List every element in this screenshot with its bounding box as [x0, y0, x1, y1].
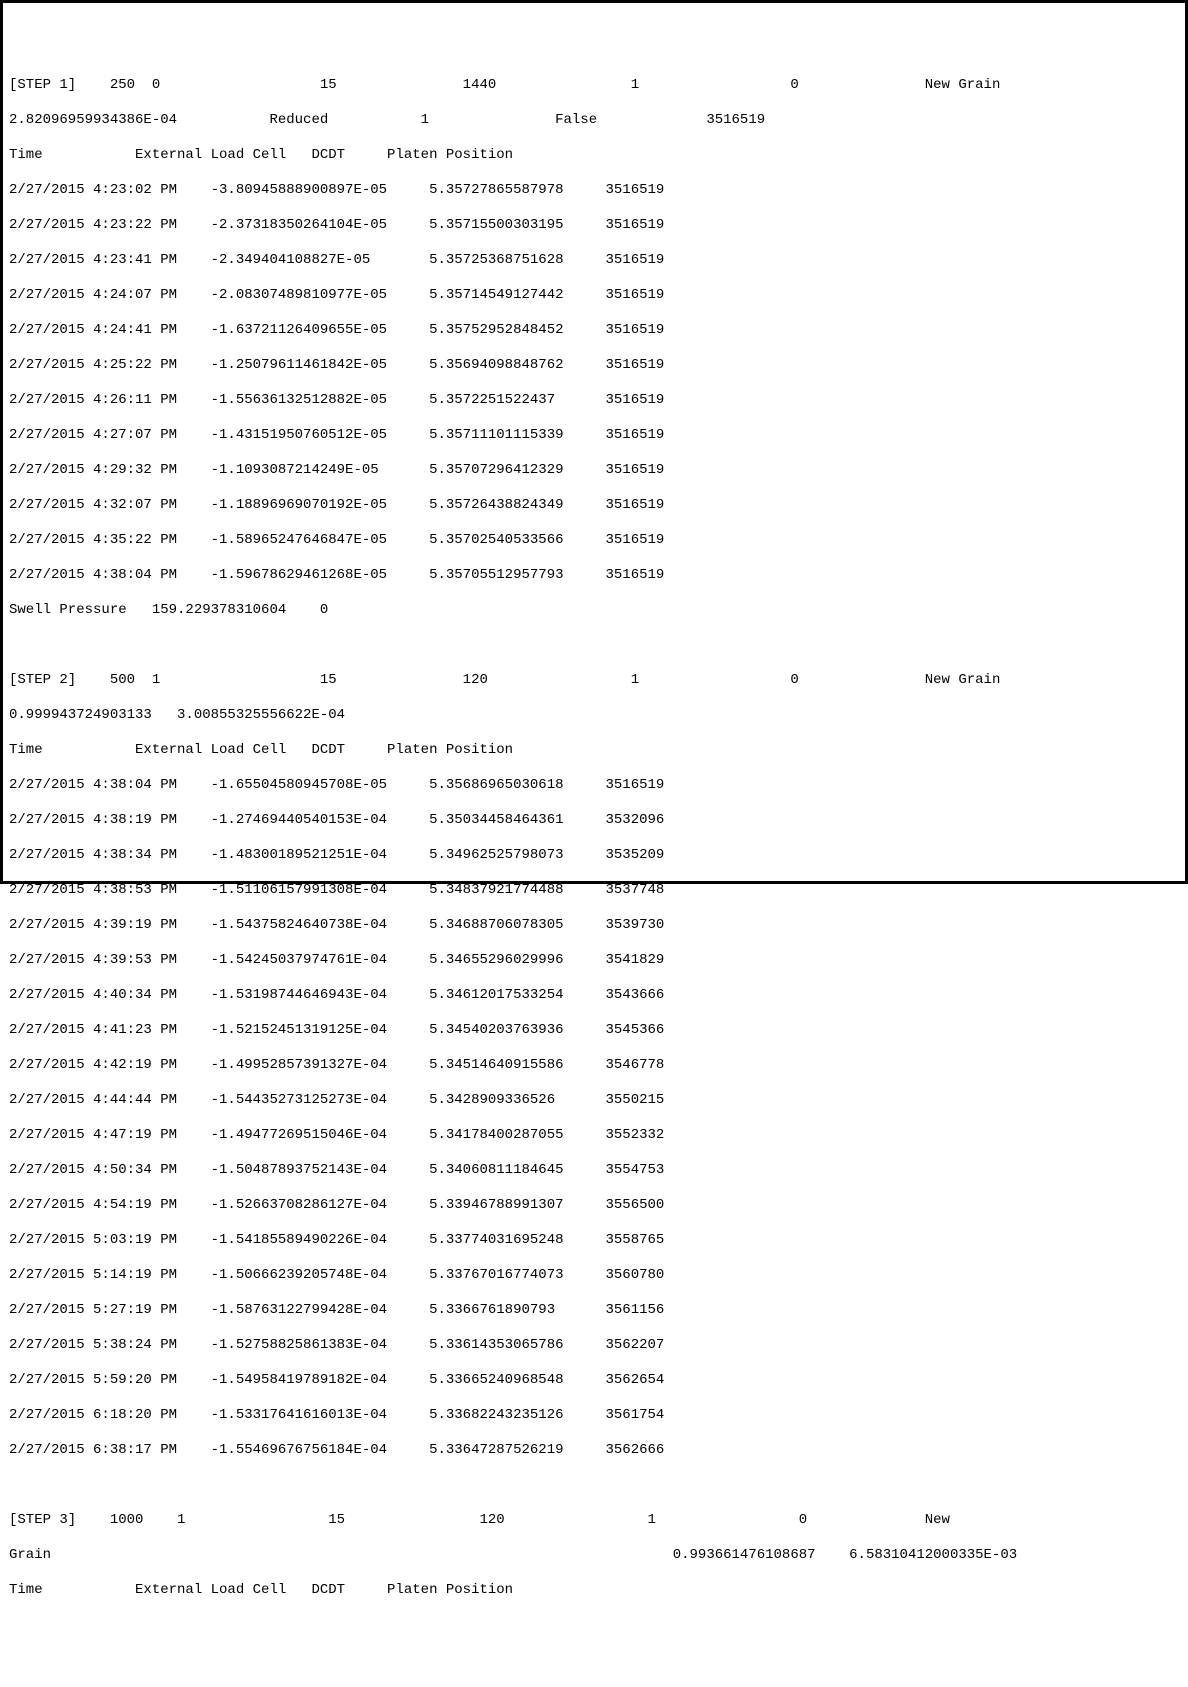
step2-row: 2/27/2015 4:38:53 PM -1.51106157991308E-… — [9, 882, 1179, 900]
step2-row: 2/27/2015 6:38:17 PM -1.55469676756184E-… — [9, 1442, 1179, 1460]
step1-row: 2/27/2015 4:32:07 PM -1.18896969070192E-… — [9, 497, 1179, 515]
step2-row: 2/27/2015 4:39:19 PM -1.54375824640738E-… — [9, 917, 1179, 935]
step2-row: 2/27/2015 4:38:34 PM -1.48300189521251E-… — [9, 847, 1179, 865]
step2-row: 2/27/2015 4:44:44 PM -1.54435273125273E-… — [9, 1092, 1179, 1110]
step1-row: 2/27/2015 4:23:41 PM -2.349404108827E-05… — [9, 252, 1179, 270]
step2-row: 2/27/2015 4:39:53 PM -1.54245037974761E-… — [9, 952, 1179, 970]
step1-row: 2/27/2015 4:35:22 PM -1.58965247646847E-… — [9, 532, 1179, 550]
step2-row: 2/27/2015 4:54:19 PM -1.52663708286127E-… — [9, 1197, 1179, 1215]
step2-row: 2/27/2015 4:50:34 PM -1.50487893752143E-… — [9, 1162, 1179, 1180]
blank-line — [9, 1477, 1179, 1495]
step3-column-header: Time External Load Cell DCDT Platen Posi… — [9, 1582, 1179, 1600]
step3-params: Grain 0.993661476108687 6.58310412000335… — [9, 1547, 1179, 1565]
step1-row: 2/27/2015 4:23:02 PM -3.80945888900897E-… — [9, 182, 1179, 200]
step2-row: 2/27/2015 6:18:20 PM -1.53317641616013E-… — [9, 1407, 1179, 1425]
step1-swell: Swell Pressure 159.229378310604 0 — [9, 602, 1179, 620]
step2-row: 2/27/2015 5:27:19 PM -1.58763122799428E-… — [9, 1302, 1179, 1320]
step2-column-header: Time External Load Cell DCDT Platen Posi… — [9, 742, 1179, 760]
step1-row: 2/27/2015 4:27:07 PM -1.43151950760512E-… — [9, 427, 1179, 445]
step1-row: 2/27/2015 4:24:07 PM -2.08307489810977E-… — [9, 287, 1179, 305]
step2-row: 2/27/2015 4:40:34 PM -1.53198744646943E-… — [9, 987, 1179, 1005]
step2-row: 2/27/2015 5:38:24 PM -1.52758825861383E-… — [9, 1337, 1179, 1355]
step2-row: 2/27/2015 4:47:19 PM -1.49477269515046E-… — [9, 1127, 1179, 1145]
step2-params: 0.999943724903133 3.00855325556622E-04 — [9, 707, 1179, 725]
step1-column-header: Time External Load Cell DCDT Platen Posi… — [9, 147, 1179, 165]
step3-header: [STEP 3] 1000 1 15 120 1 0 New — [9, 1512, 1179, 1530]
step1-params: 2.82096959934386E-04 Reduced 1 False 351… — [9, 112, 1179, 130]
step1-row: 2/27/2015 4:26:11 PM -1.55636132512882E-… — [9, 392, 1179, 410]
step2-row: 2/27/2015 5:59:20 PM -1.54958419789182E-… — [9, 1372, 1179, 1390]
step2-row: 2/27/2015 4:38:04 PM -1.65504580945708E-… — [9, 777, 1179, 795]
step1-row: 2/27/2015 4:29:32 PM -1.1093087214249E-0… — [9, 462, 1179, 480]
step2-row: 2/27/2015 5:14:19 PM -1.50666239205748E-… — [9, 1267, 1179, 1285]
step2-header: [STEP 2] 500 1 15 120 1 0 New Grain — [9, 672, 1179, 690]
step2-row: 2/27/2015 5:03:19 PM -1.54185589490226E-… — [9, 1232, 1179, 1250]
step1-row: 2/27/2015 4:25:22 PM -1.25079611461842E-… — [9, 357, 1179, 375]
step2-row: 2/27/2015 4:42:19 PM -1.49952857391327E-… — [9, 1057, 1179, 1075]
step2-row: 2/27/2015 4:41:23 PM -1.52152451319125E-… — [9, 1022, 1179, 1040]
step2-row: 2/27/2015 4:38:19 PM -1.27469440540153E-… — [9, 812, 1179, 830]
step1-row: 2/27/2015 4:38:04 PM -1.59678629461268E-… — [9, 567, 1179, 585]
step1-row: 2/27/2015 4:23:22 PM -2.37318350264104E-… — [9, 217, 1179, 235]
step1-row: 2/27/2015 4:24:41 PM -1.63721126409655E-… — [9, 322, 1179, 340]
step1-header: [STEP 1] 250 0 15 1440 1 0 New Grain — [9, 77, 1179, 95]
blank-line — [9, 637, 1179, 655]
